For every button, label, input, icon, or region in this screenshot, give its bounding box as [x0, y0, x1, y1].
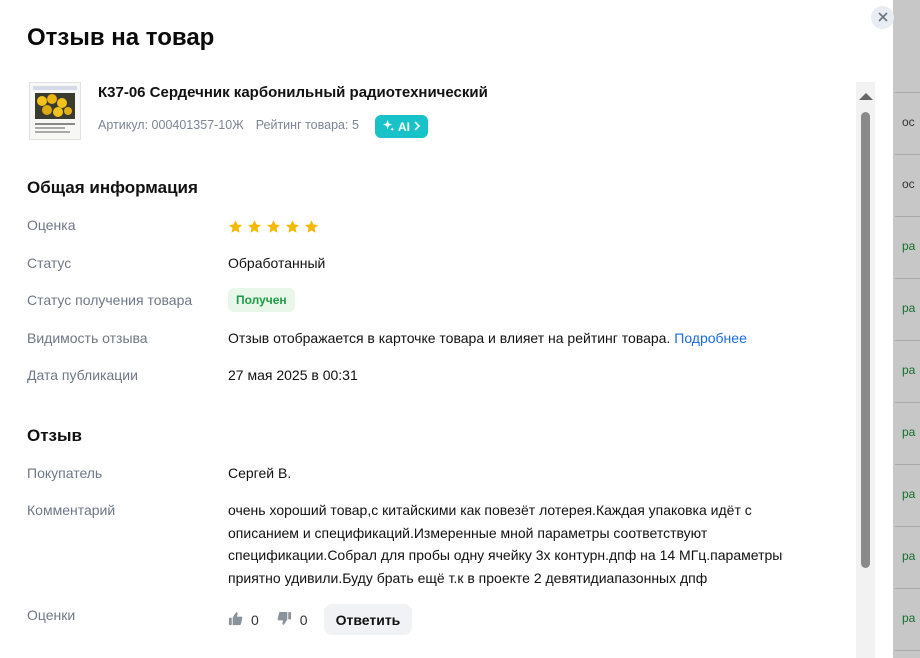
reply-button[interactable]: Ответить — [323, 604, 413, 635]
status-label: Статус — [27, 255, 72, 271]
modal-overlay[interactable] — [893, 0, 920, 658]
scrollbar-thumb[interactable] — [861, 112, 870, 568]
star-icon — [229, 220, 242, 233]
buyer-value: Сергей В. — [228, 465, 292, 481]
general-info-title: Общая информация — [27, 178, 198, 197]
close-icon — [877, 9, 888, 27]
review-modal: Отзыв на товар К37-06 Сердечник карбонил… — [0, 0, 893, 658]
votes-label: Оценки — [27, 607, 76, 623]
star-icon — [267, 220, 280, 233]
review-title: Отзыв — [27, 426, 82, 445]
chevron-right-icon — [413, 120, 421, 134]
thumbs-down-icon — [277, 611, 292, 629]
status-value: Обработанный — [228, 255, 326, 271]
rating-stars — [228, 219, 319, 234]
visibility-value: Отзыв отображается в карточке товара и в… — [228, 330, 747, 346]
product-rating: Рейтинг товара: 5 — [255, 118, 359, 132]
product-image — [29, 82, 81, 140]
buyer-label: Покупатель — [27, 465, 103, 481]
product-article: Артикул: 000401357-10Ж — [98, 118, 244, 132]
publish-date-value: 27 мая 2025 в 00:31 — [228, 367, 358, 383]
visibility-text: Отзыв отображается в карточке товара и в… — [228, 330, 671, 346]
modal-title: Отзыв на товар — [27, 24, 215, 51]
rating-label: Оценка — [27, 217, 76, 233]
comment-label: Комментарий — [27, 502, 116, 518]
receipt-status-badge: Получен — [228, 288, 295, 312]
like-count: 0 — [251, 611, 259, 628]
product-meta: Артикул: 000401357-10Ж Рейтинг товара: 5 — [98, 118, 359, 132]
visibility-label: Видимость отзыва — [27, 330, 148, 346]
comment-text: очень хороший товар,с китайскими как пов… — [228, 502, 783, 586]
dislike-count: 0 — [299, 611, 308, 628]
more-link[interactable]: Подробнее — [674, 330, 747, 346]
ai-label: AI — [398, 119, 410, 134]
scroll-up-arrow-icon[interactable] — [859, 93, 873, 100]
like-button[interactable]: 0 — [228, 611, 259, 629]
dislike-button[interactable]: 0 — [277, 611, 308, 629]
star-icon — [305, 220, 318, 233]
product-name[interactable]: К37-06 Сердечник карбонильный радиотехни… — [98, 84, 488, 101]
star-icon — [248, 220, 261, 233]
sparkle-icon — [382, 119, 395, 135]
ai-button[interactable]: AI — [375, 115, 428, 138]
publish-date-label: Дата публикации — [27, 367, 138, 383]
star-icon — [286, 220, 299, 233]
receipt-status-label: Статус получения товара — [27, 292, 193, 308]
close-button[interactable] — [871, 6, 894, 29]
votes-row: 0 0 Ответить — [228, 604, 413, 635]
thumbs-up-icon — [228, 611, 243, 629]
